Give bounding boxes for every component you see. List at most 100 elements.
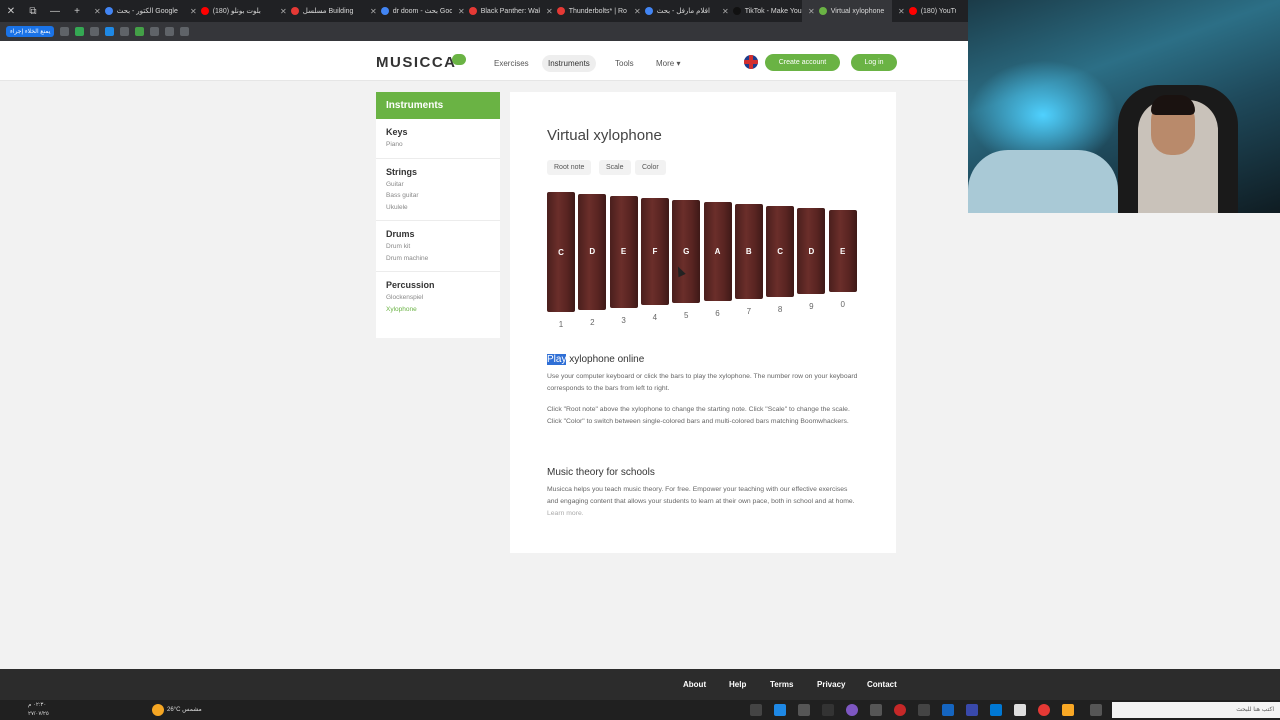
close-tab-icon[interactable]: ✕ [280,7,287,16]
browser-tab[interactable]: ✕ الكتور - بحث Google [88,0,184,22]
close-tab-icon[interactable]: ✕ [94,7,101,16]
xylophone-bar-c[interactable]: C [547,192,575,312]
close-tab-icon[interactable]: ✕ [722,7,729,16]
sidebar-item-glockenspiel[interactable]: Glockenspiel [386,292,490,304]
sidebar-item-piano[interactable]: Piano [386,139,490,151]
xylophone-bar-d[interactable]: D [578,194,607,310]
xylophone-bar-e[interactable]: E [828,210,857,293]
browser-tab[interactable]: ✕ Black Panther: Waka [452,0,540,22]
app-icon[interactable] [846,704,858,716]
star-icon[interactable] [165,27,175,36]
close-tab-icon[interactable]: ✕ [458,7,465,16]
xylophone-bar-g[interactable]: G [672,200,701,304]
extension-icon[interactable] [75,27,85,36]
taskbar-clock-time[interactable]: ٠٢:٣٠ م [28,702,46,708]
tab-search-icon[interactable]: ⧉ [22,0,44,22]
browser-tab[interactable]: ✕ dr doom - بحث Goo [364,0,452,22]
xylophone-bar-a[interactable]: A [703,202,732,301]
tab-title: Thunderbolts* | Ro [568,7,627,15]
browser-tab[interactable]: ✕ TikTok - Make You [716,0,802,22]
learn-more-link[interactable]: Learn more. [547,510,584,517]
nav-tools[interactable]: Tools [609,55,640,72]
xylophone-bar-e[interactable]: E [609,196,638,308]
root-note-button[interactable]: Root note [547,160,592,175]
app-icon[interactable] [750,704,762,716]
file-explorer-icon[interactable] [1062,704,1074,716]
sidebar-group-title[interactable]: Percussion [386,280,490,290]
favicon-icon [468,7,477,15]
chrome-icon[interactable] [1038,704,1050,716]
task-view-icon[interactable] [1090,704,1102,716]
extension-icon[interactable] [180,27,190,36]
browser-tab[interactable]: ✕ مسلسل Building [274,0,364,22]
play-heading: Play xylophone online [547,354,644,365]
edge-icon[interactable] [990,704,1002,716]
footer-contact-link[interactable]: Contact [867,680,897,689]
steam-icon[interactable] [942,704,954,716]
store-icon[interactable] [1014,704,1026,716]
close-tab-icon[interactable]: ✕ [808,7,815,16]
extension-icon[interactable] [90,27,100,36]
weather-sun-icon[interactable] [152,704,164,716]
close-tab-icon[interactable]: ✕ [898,7,905,16]
minimize-icon[interactable]: — [44,0,66,22]
footer-help-link[interactable]: Help [729,680,746,689]
musicca-logo[interactable]: MUSICCA [376,54,457,71]
close-tab-icon[interactable]: ✕ [546,7,553,16]
browser-tab[interactable]: ✕ Virtual xylophone [802,0,892,22]
settings-gear-icon[interactable] [798,704,810,716]
login-button[interactable]: Log in [851,54,897,71]
footer-privacy-link[interactable]: Privacy [817,680,845,689]
uk-flag-icon[interactable] [744,55,758,69]
close-tab-icon[interactable]: ✕ [370,7,377,16]
app-icon[interactable] [870,704,882,716]
app-icon[interactable] [822,704,834,716]
browser-tab[interactable]: ✕ Thunderbolts* | Ro [540,0,628,22]
nav-instruments[interactable]: Instruments [542,55,596,72]
close-window-icon[interactable]: ✕ [0,0,22,22]
create-account-button[interactable]: Create account [765,54,840,71]
extension-icon[interactable] [60,27,70,36]
nav-exercises[interactable]: Exercises [488,55,535,72]
app-icon[interactable] [918,704,930,716]
new-tab-icon[interactable]: + [66,0,88,22]
extension-icon[interactable] [150,27,160,36]
xylophone-bar-d[interactable]: D [797,208,826,295]
taskbar-clock-date[interactable]: ٢٧/٠٧/٢٥ [28,711,49,717]
sidebar-item-xylophone[interactable]: Xylophone [386,304,490,316]
sidebar-item-drum-machine[interactable]: Drum machine [386,253,490,265]
sidebar-item-ukulele[interactable]: Ukulele [386,202,490,214]
browser-tab[interactable]: ✕ (180) بلوت بونلو [184,0,274,22]
sidebar-group-title[interactable]: Strings [386,167,490,177]
extension-icon[interactable] [120,27,130,36]
sidebar-item-drum-kit[interactable]: Drum kit [386,241,490,253]
webcam-overlay [968,0,1280,213]
app-icon[interactable] [894,704,906,716]
xylophone-bar-b[interactable]: B [734,204,763,299]
sidebar-group-title[interactable]: Drums [386,229,490,239]
close-tab-icon[interactable]: ✕ [190,7,197,16]
sidebar-group-title[interactable]: Keys [386,127,490,137]
xylophone-card: Virtual xylophone Root note Scale Color … [510,92,896,553]
browser-tab[interactable]: ✕ (180) YouTube [892,0,956,22]
xylophone-bar-c[interactable]: C [766,206,795,297]
xylophone-bar-f[interactable]: F [640,198,669,306]
browser-tab[interactable]: ✕ افلام مارفل - بحث [628,0,716,22]
sidebar-item-guitar[interactable]: Guitar [386,179,490,191]
keyboard-key-label: 3 [621,315,626,325]
extension-icon[interactable] [135,27,145,36]
favicon-icon [104,7,113,15]
extension-icon[interactable] [105,27,115,36]
color-button[interactable]: Color [635,160,666,175]
nav-more[interactable]: More ▾ [650,55,686,72]
sidebar-item-bass-guitar[interactable]: Bass guitar [386,190,490,202]
taskbar-search-input[interactable]: اكتب هنا للبحث [1112,702,1280,718]
app-icon[interactable] [966,704,978,716]
app-icon[interactable] [774,704,786,716]
bookmark-button[interactable]: يمنع الخلاء إجراء [6,26,55,37]
footer-about-link[interactable]: About [683,680,706,689]
close-tab-icon[interactable]: ✕ [634,7,641,16]
taskbar-weather[interactable]: 26°C مشمس [167,706,202,713]
footer-terms-link[interactable]: Terms [770,680,793,689]
scale-button[interactable]: Scale [599,160,631,175]
